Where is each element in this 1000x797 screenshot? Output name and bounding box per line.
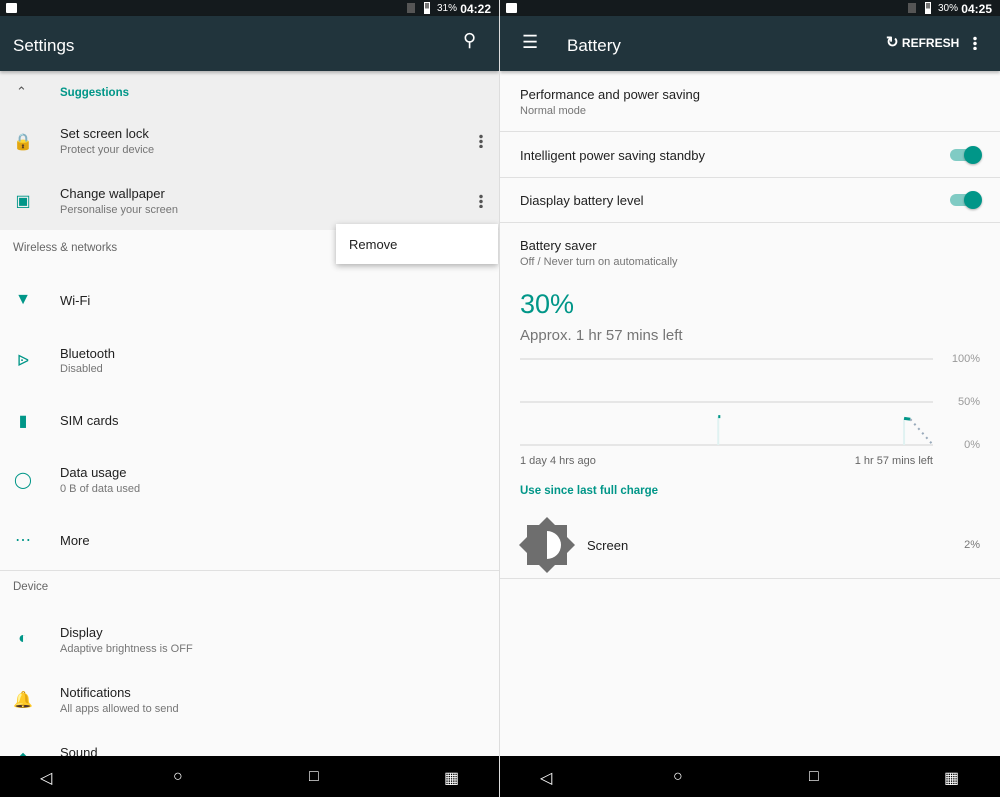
search-icon[interactable]: ⚲	[463, 30, 476, 51]
divider	[500, 131, 1000, 132]
battery-screen: 30% 04:25 ☰ Battery ↻ REFRESH Performanc…	[500, 0, 1000, 797]
item-title: SIM cards	[60, 413, 119, 428]
item-title: Diasplay battery level	[520, 193, 644, 208]
battery-icon	[925, 2, 931, 14]
no-sim-icon	[908, 3, 916, 13]
usage-name: Screen	[587, 538, 629, 553]
divider	[500, 578, 1000, 579]
usage-percent: 2%	[964, 539, 980, 551]
status-bar: 31% 04:22	[0, 0, 499, 16]
navigation-bar: ◁ ○ □ ▦	[500, 756, 1000, 797]
screenshot-icon[interactable]: ▦	[944, 768, 959, 788]
suggestion-subtitle: Protect your device	[60, 144, 155, 156]
more-options-icon[interactable]	[479, 134, 483, 148]
divider	[0, 570, 499, 571]
popup-menu: Remove	[336, 224, 498, 264]
recents-icon[interactable]: □	[809, 768, 819, 786]
usage-header: Use since last full charge	[520, 485, 659, 497]
menu-icon[interactable]: ☰	[522, 32, 538, 53]
bell-icon: 🔔	[13, 692, 33, 709]
wifi-icon: ▼	[15, 291, 31, 308]
screenshot-icon[interactable]: ▦	[444, 768, 459, 788]
suggestion-title: Set screen lock	[60, 126, 149, 141]
refresh-label: REFRESH	[901, 36, 960, 50]
lock-icon: 🔒	[13, 134, 33, 151]
sim-card-icon: ▮	[18, 413, 28, 430]
overflow-menu-icon[interactable]	[973, 36, 977, 50]
item-subtitle: 0 B of data used	[60, 483, 141, 495]
suggestion-subtitle: Personalise your screen	[60, 204, 179, 216]
item-title: Display	[60, 625, 103, 640]
clock: 04:22	[460, 2, 491, 16]
divider	[500, 177, 1000, 178]
item-title: Bluetooth	[60, 346, 115, 361]
brightness-icon: ◐	[18, 630, 28, 647]
home-icon[interactable]: ○	[673, 768, 683, 786]
intelligent-standby-toggle[interactable]	[950, 146, 982, 164]
item-title: Data usage	[60, 465, 127, 480]
more-options-icon[interactable]	[479, 194, 483, 208]
battery-percent: 31%	[437, 3, 458, 14]
battery-level: 30%	[520, 289, 575, 319]
back-icon[interactable]: ◁	[540, 768, 552, 788]
brightness-icon	[519, 517, 575, 573]
refresh-button[interactable]: ↻ REFRESH	[886, 33, 959, 51]
item-subtitle: Adaptive brightness is OFF	[60, 643, 193, 655]
refresh-icon: ↻	[886, 34, 899, 51]
app-bar: Settings ⚲	[0, 16, 499, 71]
collapse-chevron-icon[interactable]: ⌃	[16, 84, 27, 100]
item-subtitle: Off / Never turn on automatically	[520, 256, 678, 268]
item-title: More	[60, 533, 90, 548]
clock: 04:25	[961, 2, 992, 16]
chart-plot	[717, 415, 933, 445]
y-tick-label: 100%	[951, 353, 980, 365]
item-title: Intelligent power saving standby	[520, 148, 706, 163]
page-title: Settings	[13, 36, 75, 55]
battery-icon	[424, 2, 430, 14]
app-bar: ☰ Battery ↻ REFRESH	[500, 16, 1000, 71]
divider	[500, 222, 1000, 223]
x-label-start: 1 day 4 hrs ago	[520, 455, 596, 467]
status-bar: 30% 04:25	[500, 0, 1000, 16]
display-battery-level-toggle[interactable]	[950, 191, 982, 209]
item-title: Battery saver	[520, 238, 597, 253]
home-icon[interactable]: ○	[173, 768, 183, 786]
item-subtitle: Normal mode	[520, 105, 587, 117]
x-label-end: 1 hr 57 mins left	[854, 455, 933, 467]
image-notification-icon	[6, 3, 17, 13]
navigation-bar: ◁ ○ □ ▦	[0, 756, 499, 797]
data-usage-icon: ◯	[14, 472, 32, 489]
series-line-1	[903, 416, 911, 421]
series-line-2	[909, 418, 933, 445]
page-title: Battery	[567, 36, 621, 55]
item-title: Notifications	[60, 685, 131, 700]
image-notification-icon	[506, 3, 517, 13]
section-header-device: Device	[13, 581, 49, 593]
back-icon[interactable]: ◁	[40, 768, 52, 788]
remove-menu-item[interactable]: Remove	[349, 237, 397, 252]
more-icon: ⋯	[15, 532, 31, 549]
y-tick-label: 0%	[964, 439, 980, 451]
y-tick-label: 50%	[957, 396, 980, 408]
bluetooth-icon: ᐉ	[16, 353, 30, 370]
section-header-wireless: Wireless & networks	[13, 242, 118, 254]
item-subtitle: All apps allowed to send	[60, 703, 179, 715]
wallpaper-icon: ▣	[15, 193, 31, 210]
battery-percent: 30%	[938, 3, 959, 14]
item-subtitle: Disabled	[60, 363, 103, 375]
item-title: Wi-Fi	[60, 293, 91, 308]
suggestion-title: Change wallpaper	[60, 186, 165, 201]
suggestions-header[interactable]: Suggestions	[60, 87, 129, 99]
item-title: Performance and power saving	[520, 87, 700, 102]
settings-screen: 31% 04:22 Settings ⚲ ⌃ Suggestions 🔒 Set…	[0, 0, 500, 797]
recents-icon[interactable]: □	[309, 768, 319, 786]
time-remaining: Approx. 1 hr 57 mins left	[520, 327, 683, 344]
no-sim-icon	[407, 3, 415, 13]
